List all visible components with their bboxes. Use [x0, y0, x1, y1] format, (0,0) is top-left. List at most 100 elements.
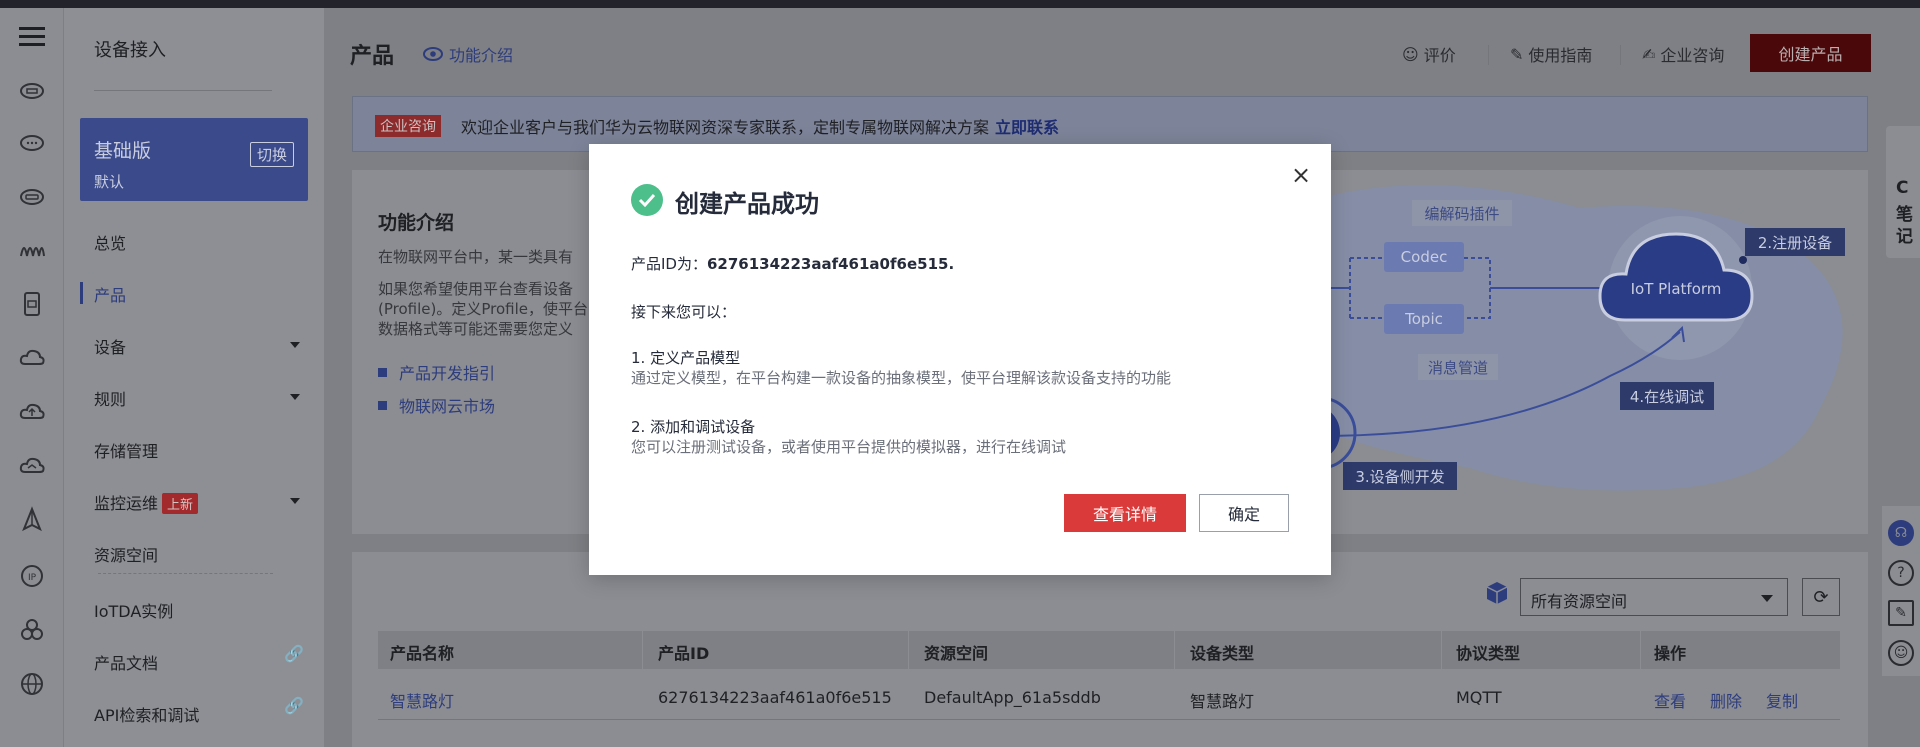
- close-icon[interactable]: ×: [1291, 163, 1311, 187]
- sidebar-item-storage[interactable]: 存储管理: [94, 438, 158, 462]
- smile-icon: ☺: [1402, 44, 1419, 64]
- chevron-down-icon[interactable]: [290, 394, 300, 400]
- refresh-icon: ⟳: [1813, 586, 1829, 608]
- sidebar-item-iotda-instance[interactable]: IoTDA实例: [94, 598, 173, 622]
- banner-tag: 企业咨询: [375, 115, 441, 137]
- refresh-button[interactable]: ⟳: [1802, 578, 1840, 616]
- rating-link[interactable]: ☺ 评价: [1402, 42, 1456, 66]
- step2-label: 2.注册设备: [1758, 234, 1832, 252]
- divider: [94, 90, 272, 91]
- flow-diagram: Codec Topic 编解码插件 消息管道 IoT Platform 2.注册…: [1320, 185, 1845, 491]
- product-id: 6276134223aaf461a0f6e515: [658, 688, 892, 707]
- external-link-icon[interactable]: 🔗: [284, 644, 304, 663]
- check-icon: [631, 184, 663, 216]
- consult-label: 企业咨询: [1660, 46, 1725, 65]
- notes-tab[interactable]: C 笔 记: [1886, 126, 1920, 258]
- help-icon[interactable]: ?: [1888, 560, 1914, 586]
- step2-desc: 您可以注册测试设备，或者使用平台提供的模拟器，进行在线调试: [631, 438, 1067, 456]
- view-link[interactable]: 查看: [1654, 688, 1686, 712]
- sidebar: 设备接入 基础版 默认 切换 总览 产品 设备 规则 存储管理 监控运维 上新 资…: [64, 8, 324, 747]
- intro-text: 在物联网平台中，某一类具有: [378, 248, 574, 266]
- step3-label: 3.设备侧开发: [1355, 468, 1444, 486]
- cloud-upload-icon[interactable]: [16, 396, 48, 428]
- sidebar-item-resource-space[interactable]: 资源空间: [94, 542, 158, 566]
- intro-text: 数据格式等可能还需要您定义: [378, 320, 574, 338]
- feedback-icon[interactable]: ✎: [1888, 600, 1914, 626]
- sidebar-item-overview[interactable]: 总览: [94, 230, 126, 254]
- contact-link[interactable]: 立即联系: [995, 118, 1059, 137]
- guide-icon: ✎: [1510, 44, 1524, 64]
- codec-label: Codec: [1401, 248, 1448, 266]
- column-divider: [1174, 631, 1175, 669]
- wave-icon[interactable]: [16, 234, 48, 266]
- marketplace-link[interactable]: 物联网云市场: [378, 393, 495, 417]
- column-header: 资源空间: [924, 644, 989, 663]
- rating-label: 评价: [1423, 46, 1456, 65]
- column-header: 设备类型: [1190, 644, 1255, 663]
- product-name-link[interactable]: 智慧路灯: [390, 688, 454, 712]
- top-bar: [0, 0, 1920, 8]
- external-link-icon[interactable]: 🔗: [284, 696, 304, 715]
- step2-title: 2. 添加和调试设备: [631, 418, 756, 436]
- sidebar-item-device[interactable]: 设备: [94, 334, 126, 358]
- menu-icon[interactable]: [16, 20, 48, 52]
- chevron-down-icon[interactable]: [290, 342, 300, 348]
- product-id-label: 产品ID为：: [631, 255, 707, 273]
- cluster-icon[interactable]: [16, 614, 48, 646]
- dialog-title: 创建产品成功: [675, 190, 819, 218]
- ip-icon[interactable]: IP: [16, 560, 48, 592]
- plan-card[interactable]: 基础版 默认 切换: [80, 118, 308, 201]
- protocol-type: MQTT: [1456, 688, 1502, 707]
- cloud-sync-icon[interactable]: [16, 450, 48, 482]
- copy-link[interactable]: 复制: [1766, 688, 1798, 712]
- bullet-icon: [378, 400, 387, 410]
- intro-link[interactable]: 功能介绍: [423, 42, 513, 66]
- enterprise-consult-link[interactable]: ✍ 企业咨询: [1642, 42, 1724, 66]
- sidebar-item-monitor[interactable]: 监控运维 上新: [94, 490, 199, 514]
- column-divider: [1640, 631, 1641, 669]
- globe-icon[interactable]: [16, 668, 48, 700]
- plan-name: 基础版: [94, 140, 152, 162]
- cloud-device-icon[interactable]: [16, 74, 48, 106]
- resource-space: DefaultApp_61a5sddb: [924, 688, 1101, 707]
- guide-link[interactable]: ✎ 使用指南: [1510, 42, 1592, 66]
- success-dialog: × 创建产品成功 产品ID为：6276134223aaf461a0f6e515.…: [589, 144, 1331, 575]
- dev-guide-link[interactable]: 产品开发指引: [378, 360, 495, 384]
- cloud-box-icon[interactable]: [16, 180, 48, 212]
- chevron-down-icon[interactable]: [290, 498, 300, 504]
- cloud-icon[interactable]: [16, 126, 48, 158]
- headset-icon[interactable]: ☊: [1888, 520, 1914, 546]
- platform-label: IoT Platform: [1631, 280, 1722, 298]
- switch-button[interactable]: 切换: [249, 142, 294, 167]
- sidebar-item-docs[interactable]: 产品文档: [94, 650, 158, 674]
- svg-text:IP: IP: [28, 573, 37, 583]
- create-product-button[interactable]: 创建产品: [1750, 34, 1871, 72]
- deploy-icon[interactable]: [16, 504, 48, 536]
- smile-icon[interactable]: ☺: [1888, 640, 1914, 666]
- column-divider: [908, 631, 909, 669]
- link-label: 物联网云市场: [399, 397, 496, 416]
- intro-text: 如果您希望使用平台查看设备: [378, 280, 574, 298]
- view-details-button[interactable]: 查看详情: [1064, 494, 1186, 532]
- sidebar-item-rule[interactable]: 规则: [94, 386, 126, 410]
- delete-link[interactable]: 删除: [1710, 688, 1742, 712]
- resource-space-select[interactable]: 所有资源空间: [1520, 578, 1788, 616]
- device-type: 智慧路灯: [1190, 692, 1255, 711]
- plan-sub: 默认: [94, 173, 125, 191]
- separator: [1620, 45, 1621, 65]
- link-label: 产品开发指引: [399, 364, 496, 383]
- sidebar-item-api[interactable]: API检索和调试: [94, 702, 199, 726]
- eye-icon: [423, 47, 443, 61]
- table-row: 智慧路灯 6276134223aaf461a0f6e515 DefaultApp…: [378, 676, 1840, 720]
- banner-text: 欢迎企业客户与我们华为云物联网资深专家联系，定制专属物联网解决方案: [461, 118, 990, 137]
- right-dock: ☊ ? ✎ ☺: [1882, 506, 1920, 676]
- intro-link-label: 功能介绍: [449, 46, 514, 65]
- column-divider: [642, 631, 643, 669]
- codec-plugin-label: 编解码插件: [1424, 205, 1499, 223]
- sidebar-item-product[interactable]: 产品: [94, 282, 126, 306]
- step1-desc: 通过定义模型，在平台构建一款设备的抽象模型，使平台理解该款设备支持的功能: [631, 369, 1172, 387]
- sidebar-item-label: 监控运维: [94, 494, 159, 513]
- confirm-button[interactable]: 确定: [1199, 494, 1289, 532]
- cloud-icon[interactable]: [16, 342, 48, 374]
- phone-icon[interactable]: [16, 288, 48, 320]
